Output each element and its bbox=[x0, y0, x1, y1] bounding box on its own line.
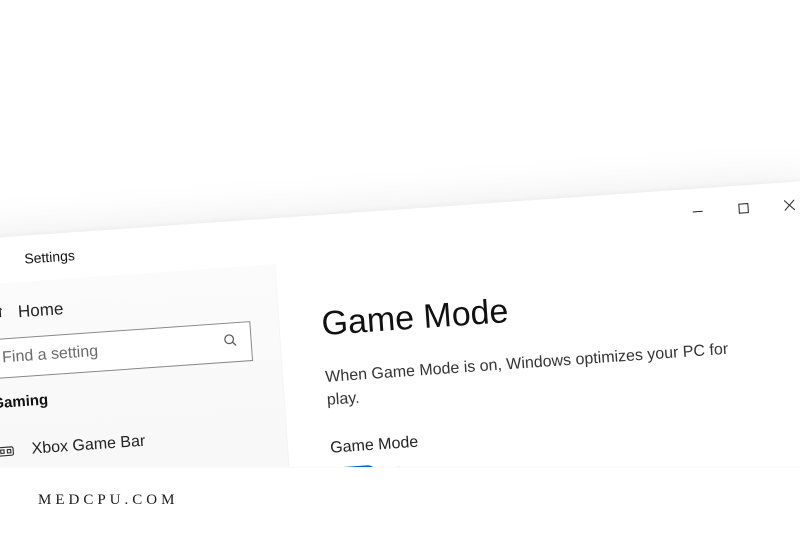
sidebar-section-label: Gaming bbox=[0, 377, 255, 412]
close-button[interactable] bbox=[765, 181, 800, 230]
watermark-text: MEDCPU.COM bbox=[38, 492, 178, 509]
watermark-strip: MEDCPU.COM bbox=[0, 467, 800, 533]
canvas: Settings bbox=[0, 0, 800, 533]
home-icon bbox=[0, 301, 5, 325]
maximize-button[interactable] bbox=[719, 184, 768, 233]
search-field[interactable] bbox=[2, 334, 224, 367]
window-title: Settings bbox=[24, 247, 76, 266]
page-description: When Game Mode is on, Windows optimizes … bbox=[325, 337, 747, 413]
game-bar-icon bbox=[0, 441, 16, 462]
search-icon bbox=[222, 331, 239, 353]
minimize-button[interactable] bbox=[673, 187, 722, 236]
sidebar-item-label: Xbox Game Bar bbox=[31, 433, 146, 459]
titlebar-left: Settings bbox=[0, 246, 75, 271]
page-title: Game Mode bbox=[320, 273, 788, 344]
sidebar-item-label: Home bbox=[17, 299, 64, 322]
